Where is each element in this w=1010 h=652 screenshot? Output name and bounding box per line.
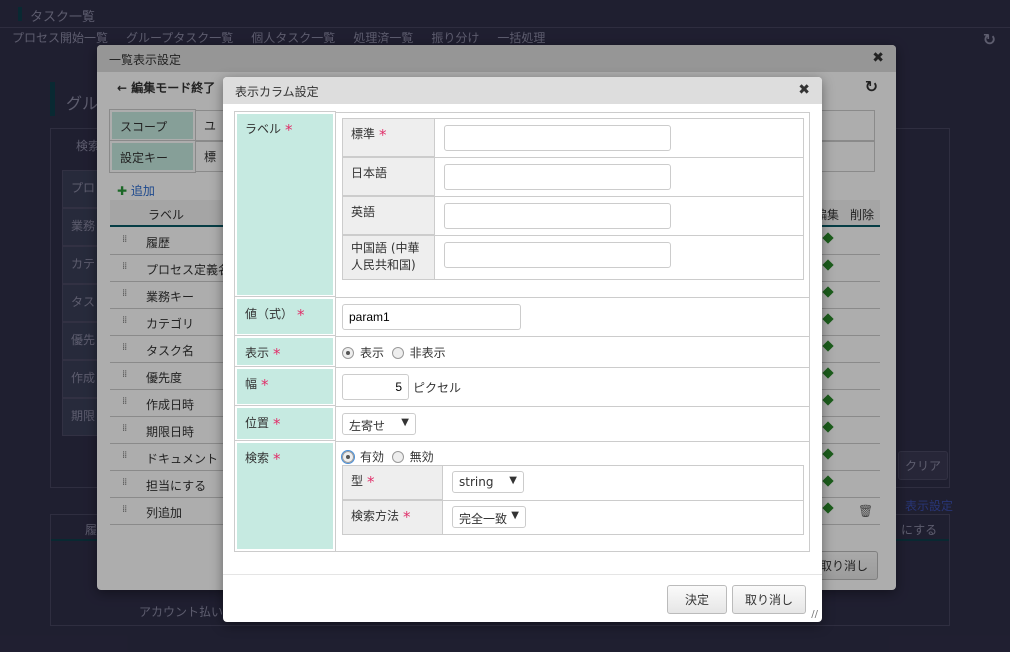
position-field-label: 位置 *: [234, 405, 336, 442]
nav-bar: プロセス開始一覧 グループタスク一覧 個人タスク一覧 処理済一覧 振り分け 一括…: [0, 28, 1010, 46]
nav-assign[interactable]: 振り分け: [431, 31, 479, 45]
row-label: プロセス定義名: [146, 263, 231, 277]
type-label: 型: [351, 474, 364, 488]
drag-handle-icon[interactable]: ⁞⁞: [122, 504, 127, 515]
row-label: 優先度: [146, 371, 183, 385]
width-field-label: 幅 *: [234, 366, 336, 407]
edit-icon[interactable]: [822, 367, 834, 379]
std-label: 標準: [351, 127, 376, 141]
edit-icon[interactable]: [822, 394, 834, 406]
col-label-header: ラベル: [148, 208, 185, 222]
clear-button[interactable]: クリア: [898, 451, 948, 480]
drag-handle-icon[interactable]: ⁞⁞: [122, 342, 127, 353]
edit-icon[interactable]: [822, 448, 834, 460]
ja-label: 日本語: [342, 157, 435, 196]
width-unit: ピクセル: [413, 381, 462, 395]
ok-button[interactable]: 決定: [667, 585, 727, 614]
value-field-label: 値（式） *: [234, 296, 336, 337]
edit-icon[interactable]: [822, 286, 834, 298]
en-label: 英語: [342, 196, 435, 235]
close-icon[interactable]: ✖: [798, 82, 810, 98]
drag-handle-icon[interactable]: ⁞⁞: [122, 423, 127, 434]
nav-processed[interactable]: 処理済一覧: [353, 31, 413, 45]
width-input[interactable]: [342, 374, 409, 400]
nav-personal-tasks[interactable]: 個人タスク一覧: [251, 31, 335, 45]
nav-process-start[interactable]: プロセス開始一覧: [12, 31, 108, 45]
edit-icon[interactable]: [822, 421, 834, 433]
edit-icon[interactable]: [822, 340, 834, 352]
ja-label-input[interactable]: [444, 164, 671, 190]
col-header: 履: [85, 523, 98, 537]
label-field-label: ラベル *: [234, 111, 336, 298]
radio-show[interactable]: [342, 347, 354, 359]
en-label-input[interactable]: [444, 203, 671, 229]
row-label: 業務キー: [146, 290, 195, 304]
method-label: 検索方法: [351, 509, 400, 523]
type-select[interactable]: string ▼: [452, 471, 524, 493]
edit-icon[interactable]: [822, 259, 834, 271]
row-label: 履歴: [146, 236, 171, 250]
row-label: 期限日時: [146, 425, 195, 439]
refresh-icon[interactable]: ↻: [983, 30, 996, 49]
col-delete-header: 削除: [850, 208, 875, 222]
drag-handle-icon[interactable]: ⁞⁞: [122, 369, 127, 380]
panel-accent: [50, 82, 55, 116]
edit-icon[interactable]: [822, 232, 834, 244]
method-select[interactable]: 完全一致 ▼: [452, 506, 526, 528]
edit-icon[interactable]: [822, 502, 834, 514]
zh-label: 中国語 (中華人民共和国): [342, 235, 435, 280]
edit-icon[interactable]: [822, 313, 834, 325]
col-header: にする: [901, 523, 938, 537]
trash-icon[interactable]: 🗑: [858, 504, 873, 518]
page-title: タスク一覧: [0, 0, 1010, 28]
radio-disabled[interactable]: [391, 451, 404, 463]
row-label: 担当にする: [146, 479, 207, 493]
drag-handle-icon[interactable]: ⁞⁞: [122, 315, 127, 326]
zh-label-input[interactable]: [444, 242, 671, 268]
row-label: カテゴリ: [146, 317, 195, 331]
std-label-input[interactable]: [444, 125, 671, 151]
panel-title: グル: [66, 94, 99, 113]
nav-bulk[interactable]: 一括処理: [497, 31, 545, 45]
radio-hide[interactable]: [391, 347, 404, 359]
search-radio-group: 有効 無効: [341, 448, 434, 465]
search-field-label: 検索 *: [234, 440, 336, 552]
drag-handle-icon[interactable]: ⁞⁞: [122, 450, 127, 461]
dialog-title: 表示カラム設定: [235, 85, 319, 99]
edit-icon[interactable]: [822, 475, 834, 487]
table-cell: アカウント払い: [139, 605, 224, 619]
display-field-label: 表示 *: [234, 335, 336, 368]
cancel-button[interactable]: 取り消し: [732, 585, 806, 614]
row-label: ドキュメント: [146, 452, 219, 466]
drag-handle-icon[interactable]: ⁞⁞: [122, 261, 127, 272]
resize-handle[interactable]: //: [811, 609, 818, 620]
drag-handle-icon[interactable]: ⁞⁞: [122, 288, 127, 299]
position-select[interactable]: 左寄せ ▼: [342, 413, 416, 435]
column-settings-dialog: 表示カラム設定 ✖ ラベル * 標準 * 日本語 英語 中国語 (中華人民共和国) 値…: [223, 77, 822, 622]
nav-group-tasks[interactable]: グループタスク一覧: [126, 31, 233, 45]
display-settings-link[interactable]: 表示設定: [905, 497, 953, 514]
row-label: タスク名: [146, 344, 195, 358]
row-label: 作成日時: [146, 398, 195, 412]
drag-handle-icon[interactable]: ⁞⁞: [122, 477, 127, 488]
display-radio-group: 表示 非表示: [342, 344, 446, 361]
value-input[interactable]: [342, 304, 521, 330]
radio-enabled[interactable]: [341, 450, 355, 464]
drag-handle-icon[interactable]: ⁞⁞: [122, 396, 127, 407]
drag-handle-icon[interactable]: ⁞⁞: [122, 234, 127, 245]
row-label: 列追加: [146, 506, 183, 520]
